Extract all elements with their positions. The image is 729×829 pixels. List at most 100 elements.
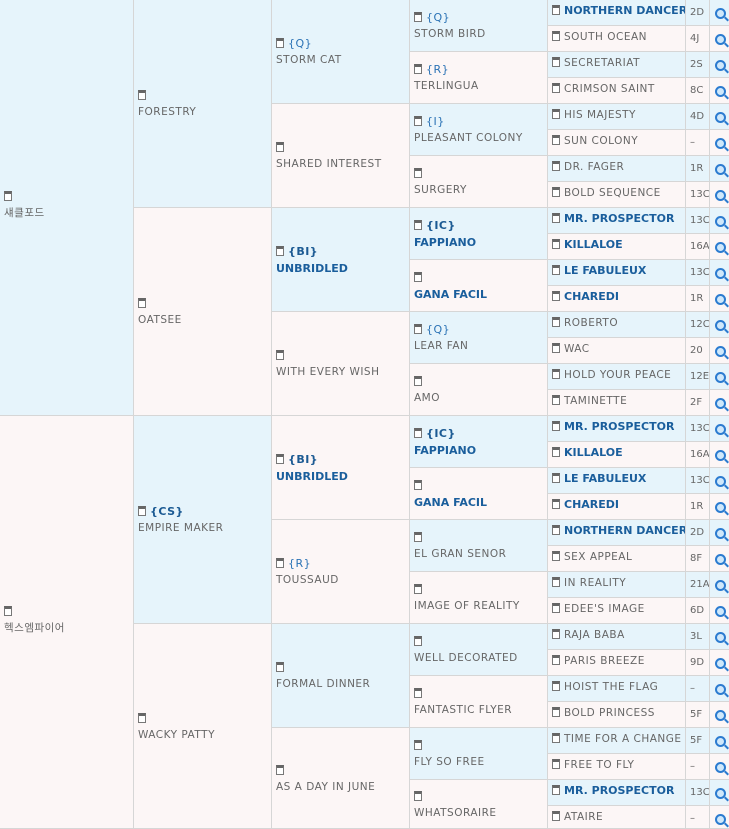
search-button[interactable]	[710, 390, 729, 416]
document-icon[interactable]	[552, 57, 560, 67]
horse-name-link[interactable]: TAMINETTE	[564, 395, 627, 407]
horse-name-link[interactable]: SEX APPEAL	[564, 551, 632, 563]
search-button[interactable]	[710, 702, 729, 728]
horse-name-link[interactable]: KILLALOE	[564, 446, 623, 459]
document-icon[interactable]	[552, 759, 560, 769]
search-button[interactable]	[710, 364, 729, 390]
search-button[interactable]	[710, 156, 729, 182]
horse-name-link[interactable]: WACKY PATTY	[138, 727, 269, 744]
search-button[interactable]	[710, 260, 729, 286]
search-button[interactable]	[710, 572, 729, 598]
search-button[interactable]	[710, 104, 729, 130]
horse-name-link[interactable]: OATSEE	[138, 312, 269, 329]
document-icon[interactable]	[276, 765, 284, 775]
search-button[interactable]	[710, 130, 729, 156]
horse-name-link[interactable]: HIS MAJESTY	[564, 109, 636, 121]
horse-name-link[interactable]: EMPIRE MAKER	[138, 520, 269, 537]
search-button[interactable]	[710, 182, 729, 208]
horse-name-link[interactable]: TOUSSAUD	[276, 572, 407, 589]
search-button[interactable]	[710, 312, 729, 338]
horse-name-link[interactable]: IMAGE OF REALITY	[414, 598, 545, 615]
horse-name-link[interactable]: NORTHERN DANCER	[564, 4, 685, 17]
horse-name-link[interactable]: UNBRIDLED	[276, 260, 407, 277]
document-icon[interactable]	[552, 395, 560, 405]
search-button[interactable]	[710, 338, 729, 364]
search-button[interactable]	[710, 468, 729, 494]
document-icon[interactable]	[552, 551, 560, 561]
document-icon[interactable]	[414, 220, 422, 230]
document-icon[interactable]	[552, 239, 560, 249]
document-icon[interactable]	[552, 525, 560, 535]
horse-name-link[interactable]: FORMAL DINNER	[276, 676, 407, 693]
document-icon[interactable]	[552, 473, 560, 483]
document-icon[interactable]	[414, 168, 422, 178]
document-icon[interactable]	[552, 343, 560, 353]
document-icon[interactable]	[552, 83, 560, 93]
search-button[interactable]	[710, 520, 729, 546]
document-icon[interactable]	[276, 662, 284, 672]
document-icon[interactable]	[276, 454, 284, 464]
document-icon[interactable]	[414, 532, 422, 542]
document-icon[interactable]	[414, 740, 422, 750]
search-button[interactable]	[710, 494, 729, 520]
document-icon[interactable]	[414, 64, 422, 74]
horse-name-link[interactable]: CHAREDI	[564, 498, 619, 511]
horse-name-link[interactable]: FAPPIANO	[414, 234, 545, 251]
document-icon[interactable]	[276, 38, 284, 48]
search-button[interactable]	[710, 624, 729, 650]
search-button[interactable]	[710, 52, 729, 78]
horse-name-link[interactable]: FANTASTIC FLYER	[414, 702, 545, 719]
horse-name-link[interactable]: GANA FACIL	[414, 286, 545, 303]
document-icon[interactable]	[552, 707, 560, 717]
horse-name-link[interactable]: STORM CAT	[276, 52, 407, 69]
document-icon[interactable]	[4, 191, 12, 201]
search-button[interactable]	[710, 546, 729, 572]
horse-name-link[interactable]: EL GRAN SENOR	[414, 546, 545, 563]
document-icon[interactable]	[138, 713, 146, 723]
horse-name-link[interactable]: MR. PROSPECTOR	[564, 212, 674, 225]
horse-name-link[interactable]: KILLALOE	[564, 238, 623, 251]
document-icon[interactable]	[276, 142, 284, 152]
search-button[interactable]	[710, 598, 729, 624]
document-icon[interactable]	[276, 350, 284, 360]
document-icon[interactable]	[552, 421, 560, 431]
horse-name-link[interactable]: SECRETARIAT	[564, 57, 640, 69]
horse-name-link[interactable]: NORTHERN DANCER	[564, 524, 685, 537]
horse-name-link[interactable]: CHAREDI	[564, 290, 619, 303]
horse-name-link[interactable]: TERLINGUA	[414, 78, 545, 95]
document-icon[interactable]	[552, 31, 560, 41]
document-icon[interactable]	[552, 499, 560, 509]
search-button[interactable]	[710, 728, 729, 754]
document-icon[interactable]	[552, 317, 560, 327]
document-icon[interactable]	[414, 272, 422, 282]
document-icon[interactable]	[552, 655, 560, 665]
document-icon[interactable]	[138, 506, 146, 516]
document-icon[interactable]	[4, 606, 12, 616]
horse-name-link[interactable]: SUN COLONY	[564, 135, 638, 147]
document-icon[interactable]	[552, 291, 560, 301]
document-icon[interactable]	[276, 246, 284, 256]
document-icon[interactable]	[414, 791, 422, 801]
horse-name-link[interactable]: EDEE'S IMAGE	[564, 603, 645, 615]
document-icon[interactable]	[552, 109, 560, 119]
horse-name-link[interactable]: BOLD PRINCESS	[564, 707, 655, 719]
document-icon[interactable]	[552, 785, 560, 795]
document-icon[interactable]	[552, 447, 560, 457]
horse-name-link[interactable]: WHATSORAIRE	[414, 805, 545, 822]
document-icon[interactable]	[552, 369, 560, 379]
search-button[interactable]	[710, 806, 729, 829]
horse-name-link[interactable]: MR. PROSPECTOR	[564, 784, 674, 797]
search-button[interactable]	[710, 286, 729, 312]
horse-name-link[interactable]: FLY SO FREE	[414, 754, 545, 771]
document-icon[interactable]	[552, 5, 560, 15]
search-button[interactable]	[710, 78, 729, 104]
horse-name-link[interactable]: LE FABULEUX	[564, 264, 646, 277]
horse-name-link[interactable]: 섀클포드	[4, 205, 131, 222]
horse-name-link[interactable]: FAPPIANO	[414, 442, 545, 459]
horse-name-link[interactable]: WITH EVERY WISH	[276, 364, 407, 381]
horse-name-link[interactable]: 헥스엠파이어	[4, 620, 131, 637]
document-icon[interactable]	[552, 213, 560, 223]
horse-name-link[interactable]: UNBRIDLED	[276, 468, 407, 485]
document-icon[interactable]	[414, 428, 422, 438]
document-icon[interactable]	[414, 324, 422, 334]
